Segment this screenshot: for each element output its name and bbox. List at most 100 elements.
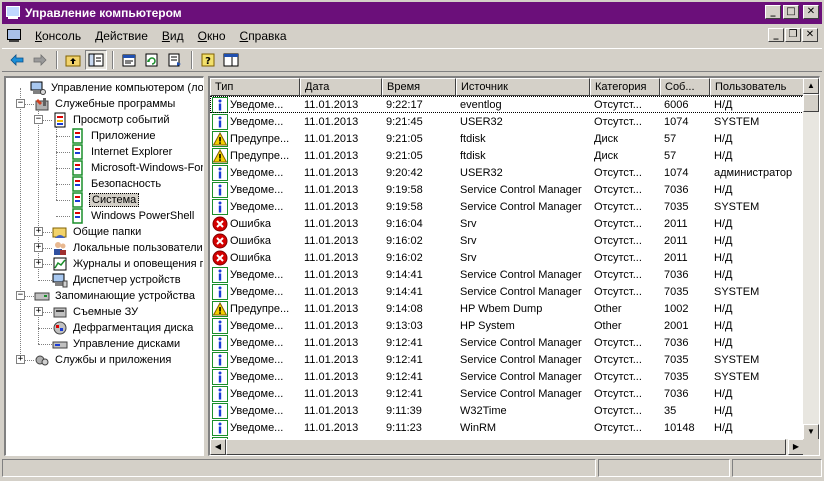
table-row[interactable]: Уведоме... 11.01.2013 9:12:41 Service Contr… — [210, 351, 806, 368]
scroll-down-button[interactable]: ▼ — [803, 424, 819, 440]
table-row[interactable]: Уведоме... 11.01.2013 9:11:39 W32Time Отсутс… — [210, 402, 806, 419]
tree-item[interactable]: Просмотр событий — [52, 112, 172, 128]
tree-item[interactable]: Система — [70, 192, 140, 208]
show-action-pane-button[interactable] — [220, 50, 242, 70]
collapse-icon[interactable]: − — [16, 99, 25, 108]
performance-logs-icon — [52, 256, 68, 272]
column-header-category[interactable]: Категория — [590, 78, 660, 96]
table-row[interactable]: Уведоме... 11.01.2013 9:13:03 HP System Othe… — [210, 317, 806, 334]
tree-item[interactable]: Журналы и оповещения пр — [52, 256, 203, 272]
refresh-button[interactable] — [141, 50, 163, 70]
expand-icon[interactable]: + — [34, 259, 43, 268]
menu-console[interactable]: Консоль — [28, 29, 88, 43]
tree-item[interactable]: Internet Explorer — [70, 144, 174, 160]
table-row[interactable]: Уведоме... 11.01.2013 9:12:41 Service Contr… — [210, 385, 806, 402]
expand-icon[interactable]: + — [34, 243, 43, 252]
export-list-button[interactable] — [164, 50, 186, 70]
column-header-time[interactable]: Время — [382, 78, 456, 96]
show-tree-button[interactable] — [85, 50, 107, 70]
cell-type-label: Ошибка — [230, 234, 271, 247]
scroll-left-button[interactable]: ◀ — [210, 439, 226, 455]
child-restore-button[interactable]: ❐ — [785, 28, 801, 42]
menu-action[interactable]: Действие — [88, 29, 155, 43]
cell-type-label: Уведоме... — [230, 404, 284, 417]
cell-date: 11.01.2013 — [304, 234, 359, 247]
info-icon — [212, 419, 228, 436]
table-row[interactable]: Уведоме... 11.01.2013 9:14:41 Service Contr… — [210, 283, 806, 300]
title-bar[interactable]: Управление компьютером _ □ ✕ — [2, 2, 822, 24]
cell-time: 9:19:58 — [386, 200, 423, 213]
tree-item[interactable]: Безопасность — [70, 176, 163, 192]
column-header-user[interactable]: Пользователь — [710, 78, 806, 96]
collapse-icon[interactable]: − — [16, 291, 25, 300]
tree-item[interactable]: Службы и приложения — [34, 352, 173, 368]
expand-icon[interactable]: + — [34, 307, 43, 316]
table-row[interactable]: Уведоме... 11.01.2013 9:14:41 Service Contr… — [210, 266, 806, 283]
console-window-icon[interactable] — [6, 29, 22, 43]
menu-window[interactable]: Окно — [191, 29, 233, 43]
table-row[interactable]: Уведоме... 11.01.2013 9:21:45 USER32 Отсутст… — [210, 113, 806, 130]
table-row[interactable]: Уведоме... 11.01.2013 9:19:58 Service Contr… — [210, 198, 806, 215]
expand-icon[interactable]: + — [34, 227, 43, 236]
table-row[interactable]: Предупре... 11.01.2013 9:14:08 HP Wbem Dump… — [210, 300, 806, 317]
tree-item[interactable]: Локальные пользователи — [52, 240, 203, 256]
console-tree[interactable]: Управление компьютером (локал Служебные п… — [4, 76, 204, 456]
close-button[interactable]: ✕ — [803, 5, 819, 19]
event-list[interactable]: Тип Дата Время Источник Категория Соб... Польз… — [208, 76, 820, 456]
collapse-icon[interactable]: − — [34, 115, 43, 124]
child-close-button[interactable]: ✕ — [802, 28, 818, 42]
cell-type: Уведоме... — [210, 385, 300, 402]
expand-icon[interactable]: + — [16, 355, 25, 364]
up-level-button[interactable] — [62, 50, 84, 70]
tree-item[interactable]: Общие папки — [52, 224, 143, 240]
table-row[interactable]: Уведоме... 11.01.2013 9:11:23 WinRM Отсутст.… — [210, 419, 806, 436]
table-row[interactable]: Ошибка 11.01.2013 9:16:02 Srv Отсутст... 2011… — [210, 232, 806, 249]
table-row[interactable]: Уведоме... 11.01.2013 9:12:41 Service Contr… — [210, 368, 806, 385]
properties-button[interactable] — [118, 50, 140, 70]
tree-item[interactable]: Приложение — [70, 128, 158, 144]
table-row[interactable]: Ошибка 11.01.2013 9:16:04 Srv Отсутст... 2011… — [210, 215, 806, 232]
menu-help[interactable]: Справка — [233, 29, 294, 43]
column-header-event[interactable]: Соб... — [660, 78, 710, 96]
vertical-scroll-thumb[interactable] — [803, 94, 819, 112]
child-minimize-button[interactable]: _ — [768, 28, 784, 42]
tree-connector — [56, 120, 57, 200]
tree-item[interactable]: Диспетчер устройств — [52, 272, 183, 288]
tree-item[interactable]: Дефрагментация диска — [52, 320, 195, 336]
tree-item[interactable]: Служебные программы — [34, 96, 177, 112]
cell-event: 7035 — [664, 370, 689, 383]
table-row[interactable]: Предупре... 11.01.2013 9:21:05 ftdisk Диск 57… — [210, 147, 806, 164]
column-header-date[interactable]: Дата — [300, 78, 382, 96]
tree-item[interactable]: Запоминающие устройства — [34, 288, 197, 304]
cell-time: 9:16:02 — [386, 251, 423, 264]
horizontal-scrollbar[interactable]: ◀ ▶ — [210, 439, 804, 455]
forward-button[interactable] — [29, 50, 51, 70]
help-button[interactable]: ? — [197, 50, 219, 70]
tree-item[interactable]: Управление дисками — [52, 336, 182, 352]
tree-item[interactable]: Съемные ЗУ — [52, 304, 140, 320]
horizontal-scroll-thumb[interactable] — [226, 439, 786, 455]
action-pane-icon — [223, 53, 239, 67]
scroll-up-button[interactable]: ▲ — [803, 78, 819, 94]
maximize-button[interactable]: □ — [783, 5, 799, 19]
scroll-right-button[interactable]: ▶ — [788, 439, 804, 455]
cell-event: 2011 — [664, 234, 688, 247]
cell-type-label: Уведоме... — [230, 200, 284, 213]
table-row[interactable]: Уведоме... 11.01.2013 9:22:17 eventlog Отсут… — [210, 96, 806, 113]
cell-time: 9:12:41 — [386, 336, 423, 349]
tree-item[interactable]: Microsoft-Windows-Forw — [70, 160, 203, 176]
minimize-button[interactable]: _ — [765, 5, 781, 19]
back-button[interactable] — [6, 50, 28, 70]
table-row[interactable]: Уведоме... 11.01.2013 9:12:41 Service Contr… — [210, 334, 806, 351]
tree-item[interactable]: Windows PowerShell — [70, 208, 196, 224]
table-row[interactable]: Уведоме... 11.01.2013 9:20:42 USER32 Отсутст… — [210, 164, 806, 181]
menu-view[interactable]: Вид — [155, 29, 191, 43]
table-row[interactable]: Уведоме... 11.01.2013 9:19:58 Service Contr… — [210, 181, 806, 198]
cell-category: Отсутст... — [594, 115, 642, 128]
column-header-type[interactable]: Тип — [210, 78, 300, 96]
vertical-scrollbar[interactable]: ▲ ▼ — [803, 78, 819, 440]
table-row[interactable]: Ошибка 11.01.2013 9:16:02 Srv Отсутст... 2011… — [210, 249, 806, 266]
tree-item[interactable]: Управление компьютером (локал — [30, 80, 203, 96]
column-header-source[interactable]: Источник — [456, 78, 590, 96]
table-row[interactable]: Предупре... 11.01.2013 9:21:05 ftdisk Диск 57… — [210, 130, 806, 147]
